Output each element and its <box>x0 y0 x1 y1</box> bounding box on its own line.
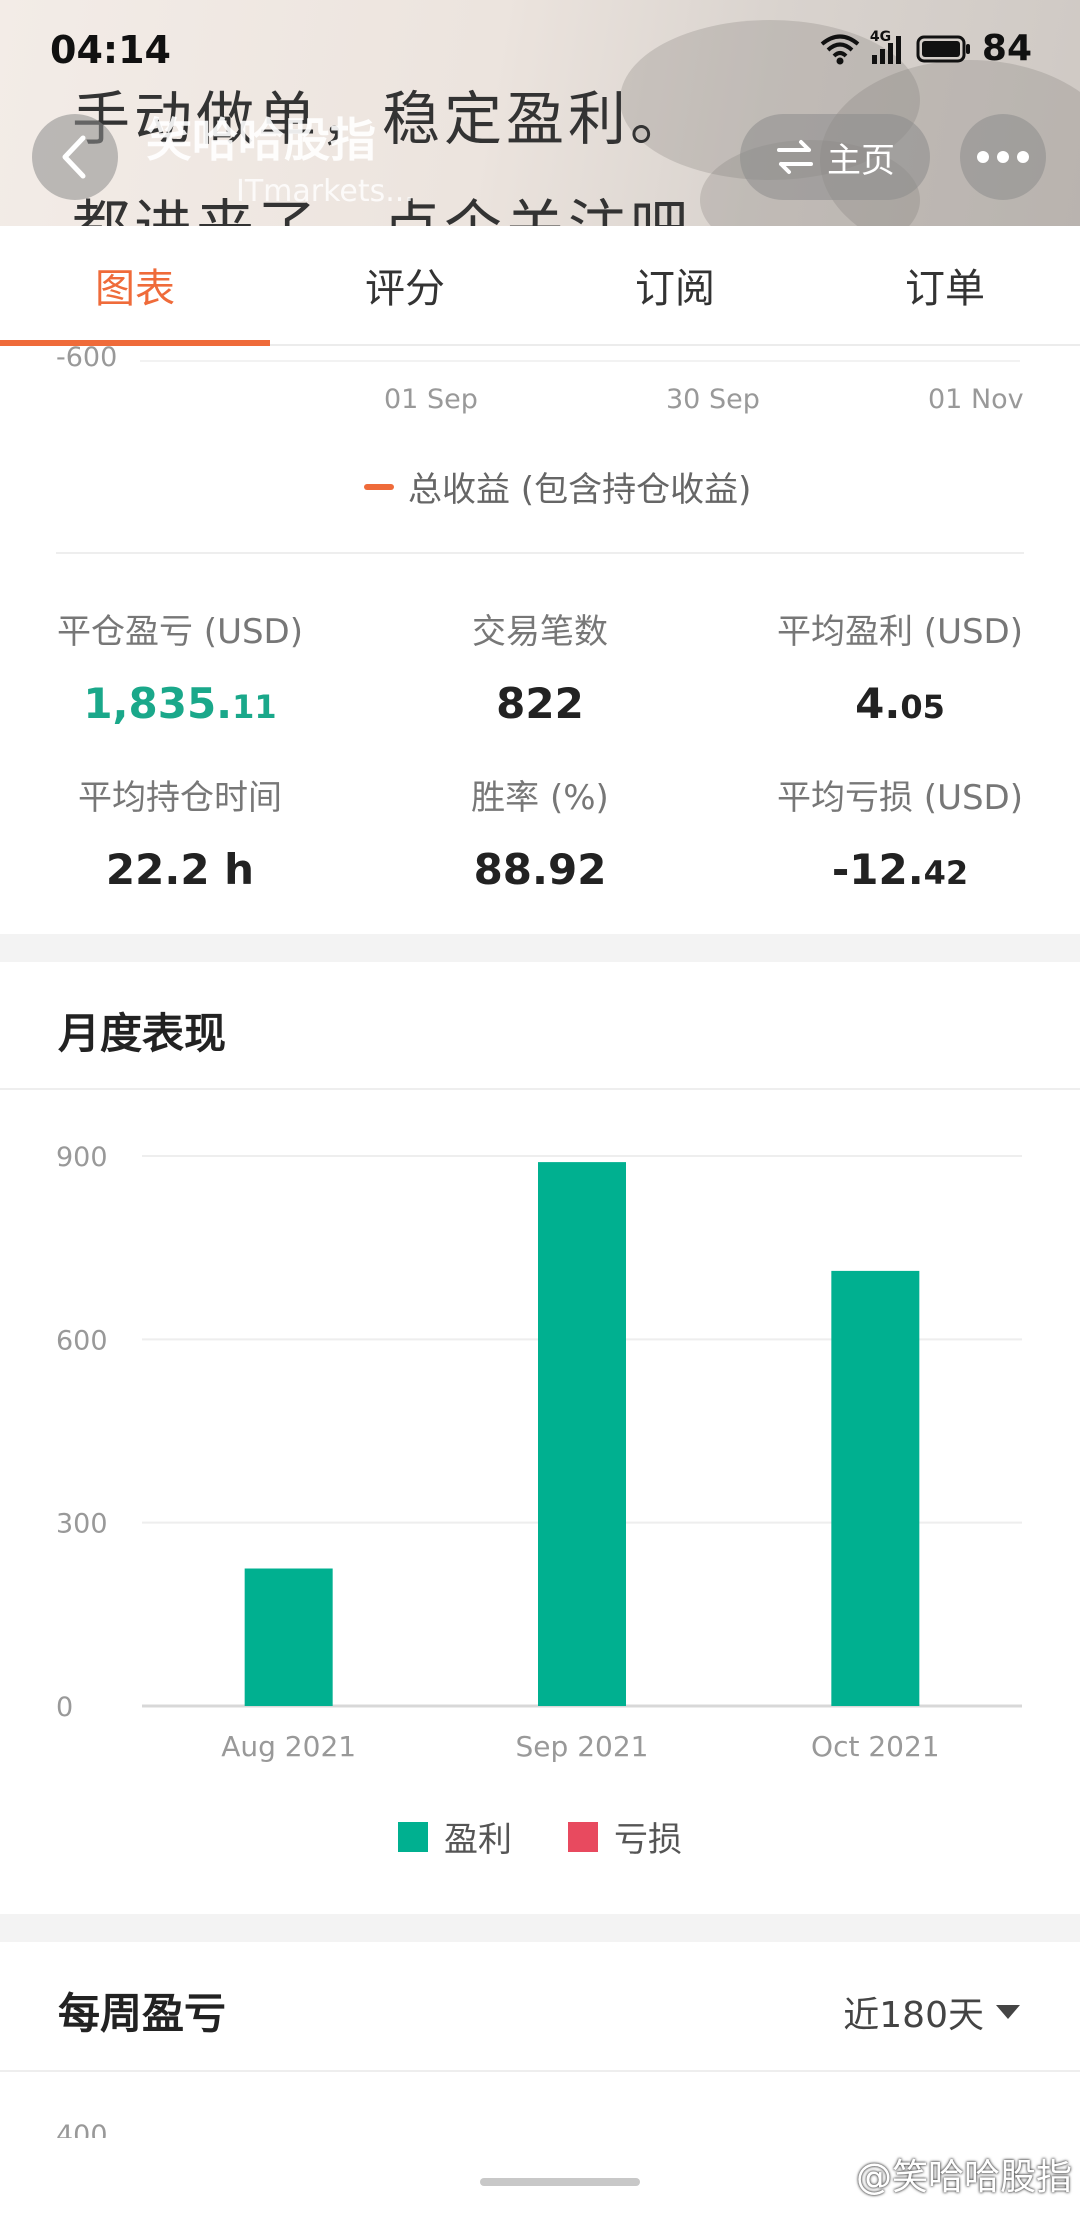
legend-item-profit[interactable]: 盈利 <box>398 1812 512 1861</box>
section-gap <box>0 934 1080 962</box>
stat-value: 4.05 <box>855 679 945 728</box>
back-button[interactable] <box>32 114 118 200</box>
account-subtitle: ITmarkets... <box>236 174 414 209</box>
stat-label: 平仓盈亏 (USD) <box>57 612 303 652</box>
stat-value: 1,835.11 <box>83 679 277 728</box>
battery-level: 84 <box>981 28 1032 69</box>
battery-icon <box>916 34 972 64</box>
bar-盈利 <box>831 1270 920 1706</box>
equity-gridline <box>140 360 1020 362</box>
profile-header: 手动做单，稳定盈利。 都进来了，点个关注吧。 笑哈哈股指 ITmarkets..… <box>0 0 1080 226</box>
divider <box>56 552 1024 554</box>
section-gap <box>0 1914 1080 1942</box>
legend-swatch <box>398 1821 428 1852</box>
more-dot-icon <box>997 151 1009 163</box>
stat-label: 交易笔数 <box>472 612 608 652</box>
tab-chart[interactable]: 图表 <box>0 226 270 346</box>
legend-swatch <box>568 1821 598 1852</box>
stat-trade-count: 交易笔数 822 <box>360 604 720 728</box>
equity-x-tick: 01 Sep <box>384 384 478 415</box>
stat-label: 平均亏损 (USD) <box>777 778 1023 818</box>
tab-rating[interactable]: 评分 <box>270 226 540 344</box>
y-tick-label: 600 <box>56 1325 108 1356</box>
y-tick-label: 0 <box>56 1692 73 1723</box>
stat-value: -12.42 <box>831 845 969 894</box>
stat-avg-loss: 平均亏损 (USD) -12.42 <box>720 770 1080 894</box>
status-icons: 4G 84 <box>820 28 1032 69</box>
watermark: @笑哈哈股指 <box>855 2157 1072 2198</box>
stat-value: 822 <box>496 679 584 728</box>
equity-legend[interactable]: 总收益 (包含持仓收益) <box>364 462 751 511</box>
period-dropdown-value: 近180天 <box>843 1995 984 2036</box>
legend-label: 盈利 <box>444 1820 512 1860</box>
monthly-bar-chart: 0 300 600 900 Aug 2021 Sep 2021 Oct 2021 <box>56 1142 1022 1763</box>
wifi-icon <box>820 33 860 65</box>
stat-label: 平均盈利 (USD) <box>777 612 1023 652</box>
equity-y-tick: -600 <box>56 342 118 373</box>
legend-label: 亏损 <box>614 1820 682 1860</box>
weekly-y-tick-clip: 400 <box>56 2124 116 2138</box>
y-tick-label: 300 <box>56 1509 108 1540</box>
account-name: 笑哈哈股指 <box>146 113 376 167</box>
stat-avg-profit: 平均盈利 (USD) 4.05 <box>720 604 1080 728</box>
more-dot-icon <box>977 151 989 163</box>
tab-bar: 图表 评分 订阅 订单 <box>0 226 1080 346</box>
weekly-y-tick: 400 <box>56 2124 108 2138</box>
more-button[interactable] <box>960 114 1046 200</box>
x-tick-label: Oct 2021 <box>811 1730 940 1763</box>
period-dropdown[interactable]: 近180天 <box>843 1986 1020 2038</box>
weekly-section-title: 每周盈亏 <box>58 1989 227 2038</box>
stat-value: 88.92 <box>473 845 607 894</box>
stat-label: 胜率 (%) <box>471 778 609 818</box>
home-indicator[interactable] <box>480 2178 640 2186</box>
caret-down-icon <box>996 2005 1020 2019</box>
x-tick-label: Aug 2021 <box>221 1730 356 1763</box>
swap-icon <box>777 140 813 174</box>
more-dot-icon <box>1017 151 1029 163</box>
status-time: 04:14 <box>50 28 171 72</box>
equity-legend-label: 总收益 (包含持仓收益) <box>408 470 752 510</box>
stat-label: 平均持仓时间 <box>78 778 282 818</box>
x-tick-label: Sep 2021 <box>516 1730 649 1763</box>
equity-x-tick: 30 Sep <box>666 384 760 415</box>
chevron-left-icon <box>62 135 86 179</box>
divider <box>0 1088 1080 1090</box>
legend-line-swatch <box>364 483 394 490</box>
y-tick-label: 900 <box>56 1142 108 1173</box>
network-type: 4G <box>869 28 892 45</box>
tab-orders[interactable]: 订单 <box>810 226 1080 344</box>
stat-avg-hold-time: 平均持仓时间 22.2 h <box>0 770 360 894</box>
legend-item-loss[interactable]: 亏损 <box>568 1812 682 1861</box>
monthly-chart-legend: 盈利 亏损 <box>0 1812 1080 1861</box>
equity-x-tick: 01 Nov <box>928 384 1024 415</box>
signal-icon: 4G <box>870 29 906 65</box>
stat-closed-pnl: 平仓盈亏 (USD) 1,835.11 <box>0 604 360 728</box>
stat-win-rate: 胜率 (%) 88.92 <box>360 770 720 894</box>
tab-subscribe[interactable]: 订阅 <box>540 226 810 344</box>
monthly-section-title: 月度表现 <box>58 1009 227 1058</box>
stat-value: 22.2 h <box>105 845 255 894</box>
divider <box>0 2070 1080 2072</box>
bar-盈利 <box>244 1568 333 1706</box>
home-button-label: 主页 <box>827 140 895 181</box>
bar-盈利 <box>538 1162 626 1706</box>
home-button[interactable]: 主页 <box>740 114 930 200</box>
